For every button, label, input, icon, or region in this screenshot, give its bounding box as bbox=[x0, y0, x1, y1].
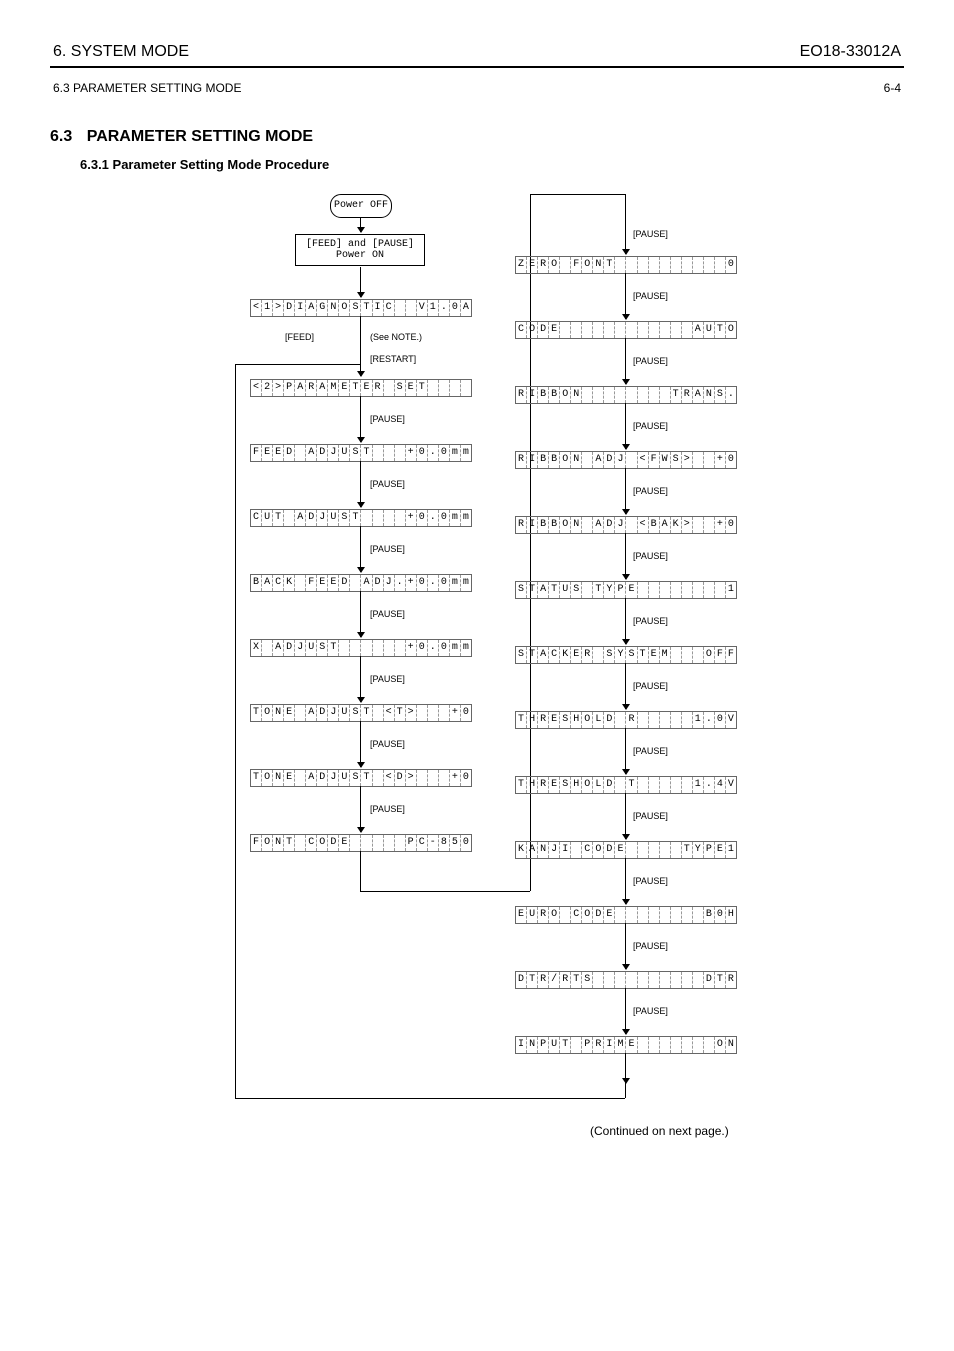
arrow bbox=[625, 533, 626, 579]
key-pause: [PAUSE] bbox=[633, 941, 668, 951]
poweron-box: [FEED] and [PAUSE] Power ON bbox=[295, 234, 425, 266]
arrow bbox=[360, 721, 361, 767]
arrow bbox=[360, 526, 361, 572]
arrow bbox=[360, 316, 361, 376]
arrow bbox=[625, 663, 626, 709]
lcd-l6: X ADJUST +0.0mm bbox=[250, 639, 472, 657]
key-pause: [PAUSE] bbox=[633, 229, 668, 239]
arrow bbox=[360, 267, 361, 297]
connector-h2 bbox=[530, 194, 625, 195]
arrow bbox=[360, 786, 361, 832]
lcd-r2: CODE AUTO bbox=[515, 321, 737, 339]
key-pause: [PAUSE] bbox=[633, 1006, 668, 1016]
connector-h bbox=[360, 891, 530, 892]
lcd-l8: TONE ADJUST <D> +0 bbox=[250, 769, 472, 787]
lcd-r5: RIBBON ADJ <BAK> +0 bbox=[515, 516, 737, 534]
section-subtitle: 6.3.1 Parameter Setting Mode Procedure bbox=[80, 157, 329, 172]
loopback-v bbox=[235, 364, 236, 1098]
subheader-page: 6-4 bbox=[824, 80, 902, 96]
lcd-r11: EURO CODE B0H bbox=[515, 906, 737, 924]
key-pause: [PAUSE] bbox=[370, 479, 405, 489]
lcd-r10: KANJI CODE TYPE1 bbox=[515, 841, 737, 859]
note: (See NOTE.) bbox=[370, 332, 422, 342]
key-pause: [PAUSE] bbox=[633, 421, 668, 431]
arrow bbox=[625, 403, 626, 449]
lcd-r9: THRESHOLD T 1.4V bbox=[515, 776, 737, 794]
lcd-r8: THRESHOLD R 1.0V bbox=[515, 711, 737, 729]
arrow bbox=[625, 468, 626, 514]
arrow bbox=[625, 728, 626, 774]
key-pause: [PAUSE] bbox=[633, 746, 668, 756]
lcd-l1: <1>DIAGNOSTIC V1.0A bbox=[250, 299, 472, 317]
key-pause: [PAUSE] bbox=[633, 551, 668, 561]
section-title: PARAMETER SETTING MODE bbox=[87, 128, 313, 145]
loopback-v2 bbox=[625, 1083, 626, 1098]
box-line1: [FEED] and [PAUSE] bbox=[300, 239, 420, 250]
key-pause: [PAUSE] bbox=[633, 876, 668, 886]
key-pause: [PAUSE] bbox=[370, 544, 405, 554]
arrow bbox=[360, 656, 361, 702]
key-pause: [PAUSE] bbox=[633, 681, 668, 691]
key-pause: [PAUSE] bbox=[633, 291, 668, 301]
loopback-h-bot bbox=[235, 1098, 625, 1099]
arrow bbox=[360, 396, 361, 442]
key-pause: [PAUSE] bbox=[370, 414, 405, 424]
lcd-l7: TONE ADJUST <T> +0 bbox=[250, 704, 472, 722]
key-pause: [PAUSE] bbox=[370, 609, 405, 619]
arrow bbox=[360, 461, 361, 507]
page-header: 6. SYSTEM MODE EO18-33012A bbox=[50, 40, 904, 68]
lcd-r7: STACKER SYSTEM OFF bbox=[515, 646, 737, 664]
continue-note: (Continued on next page.) bbox=[590, 1124, 729, 1138]
lcd-r6: STATUS TYPE 1 bbox=[515, 581, 737, 599]
header-title: 6. SYSTEM MODE bbox=[52, 42, 537, 62]
arrow bbox=[360, 217, 361, 232]
key-pause: [PAUSE] bbox=[633, 616, 668, 626]
loopback-h-top bbox=[235, 364, 360, 365]
key-pause: [PAUSE] bbox=[370, 804, 405, 814]
lcd-r12: DTR/RTS DTR bbox=[515, 971, 737, 989]
key-pause: [PAUSE] bbox=[370, 674, 405, 684]
arrow bbox=[625, 194, 626, 254]
arrow bbox=[625, 858, 626, 904]
subheader-section: 6.3 PARAMETER SETTING MODE bbox=[52, 80, 822, 96]
lcd-r3: RIBBON TRANS. bbox=[515, 386, 737, 404]
section-number: 6.3 bbox=[50, 128, 72, 145]
key-feed: [FEED] bbox=[285, 332, 314, 342]
arrow bbox=[625, 1053, 626, 1083]
key-pause: [PAUSE] bbox=[370, 739, 405, 749]
connector-v bbox=[360, 851, 361, 891]
arrow bbox=[625, 598, 626, 644]
arrow bbox=[625, 988, 626, 1034]
lcd-l3: FEED ADJUST +0.0mm bbox=[250, 444, 472, 462]
key-pause: [PAUSE] bbox=[633, 356, 668, 366]
lcd-r4: RIBBON ADJ <FWS> +0 bbox=[515, 451, 737, 469]
header-eo: EO18-33012A bbox=[539, 42, 902, 62]
arrow bbox=[625, 793, 626, 839]
arrow bbox=[360, 591, 361, 637]
lcd-l9: FONT CODE PC-850 bbox=[250, 834, 472, 852]
lcd-r13: INPUT PRIME ON bbox=[515, 1036, 737, 1054]
flowchart-container: Power OFF [FEED] and [PAUSE] Power ON <1… bbox=[200, 194, 904, 1274]
lcd-r1: ZERO FONT 0 bbox=[515, 256, 737, 274]
key-pause: [PAUSE] bbox=[633, 811, 668, 821]
key-pause: [PAUSE] bbox=[633, 486, 668, 496]
key-restart: [RESTART] bbox=[370, 354, 416, 364]
arrow bbox=[625, 923, 626, 969]
arrow bbox=[625, 338, 626, 384]
lcd-l4: CUT ADJUST +0.0mm bbox=[250, 509, 472, 527]
arrow bbox=[625, 273, 626, 319]
lcd-l2: <2>PARAMETER SET bbox=[250, 379, 472, 397]
start-oval: Power OFF bbox=[330, 194, 392, 218]
box-line2: Power ON bbox=[300, 250, 420, 261]
lcd-l5: BACK FEED ADJ.+0.0mm bbox=[250, 574, 472, 592]
